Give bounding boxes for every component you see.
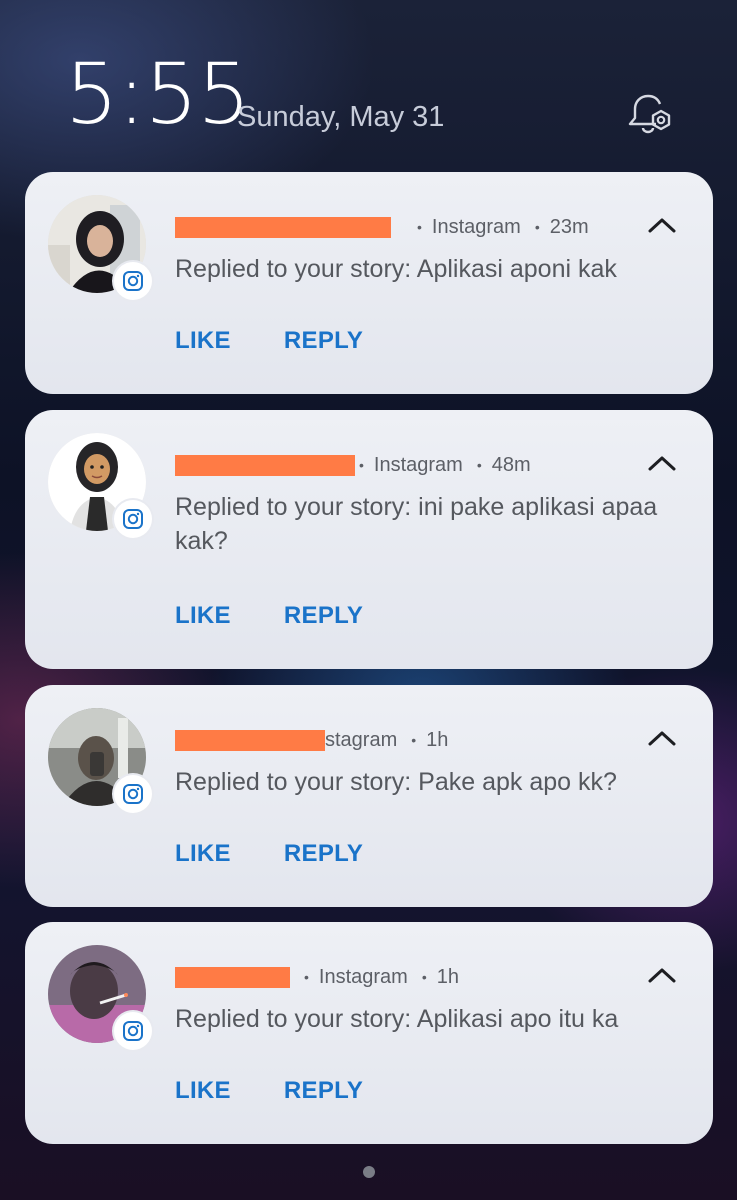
- date: Sunday, May 31: [237, 101, 445, 133]
- reply-button[interactable]: REPLY: [284, 602, 363, 630]
- notification-message: Replied to your story: Aplikasi aponi ka…: [175, 255, 617, 283]
- instagram-icon: [114, 500, 152, 538]
- time-ago: 23m: [549, 215, 589, 238]
- time-ago: 48m: [491, 453, 531, 476]
- notification-card[interactable]: stagram • 1h Replied to your story: Pake…: [25, 685, 713, 907]
- app-name: Instagram: [318, 965, 408, 988]
- redacted-sender-name: [175, 729, 325, 751]
- clock: 5:55: [65, 45, 251, 143]
- time-ago: 1h: [426, 728, 449, 751]
- chevron-up-icon[interactable]: [647, 454, 677, 472]
- notification-header: stagram • 1h: [175, 725, 448, 755]
- like-button[interactable]: LIKE: [175, 1077, 231, 1105]
- notification-message: Replied to your story: Pake apk apo kk?: [175, 768, 617, 796]
- like-button[interactable]: LIKE: [175, 840, 231, 868]
- notification-message: Replied to your story: ini pake aplikasi…: [175, 493, 658, 555]
- like-button[interactable]: LIKE: [175, 602, 231, 630]
- time-ago: 1h: [436, 965, 459, 988]
- redacted-sender-name: [175, 454, 355, 476]
- like-button[interactable]: LIKE: [175, 327, 231, 355]
- notification-header: • Instagram • 48m: [175, 450, 531, 480]
- chevron-up-icon[interactable]: [647, 966, 677, 984]
- redacted-sender-name: [175, 966, 290, 988]
- notification-settings-icon[interactable]: [626, 92, 674, 136]
- notification-header: • Instagram • 1h: [175, 962, 459, 992]
- reply-button[interactable]: REPLY: [284, 840, 363, 868]
- notification-header: • Instagram • 23m: [175, 212, 589, 242]
- notification-card[interactable]: • Instagram • 48m Replied to your story:…: [25, 410, 713, 669]
- app-name: Instagram: [431, 215, 521, 238]
- notification-card[interactable]: • Instagram • 23m Replied to your story:…: [25, 172, 713, 394]
- app-name: Instagram: [373, 453, 463, 476]
- lockscreen-header: 5:55 Sunday, May 31: [0, 0, 737, 160]
- reply-button[interactable]: REPLY: [284, 327, 363, 355]
- instagram-icon: [114, 1012, 152, 1050]
- chevron-up-icon[interactable]: [647, 729, 677, 747]
- reply-button[interactable]: REPLY: [284, 1077, 363, 1105]
- instagram-icon: [114, 775, 152, 813]
- instagram-icon: [114, 262, 152, 300]
- redacted-sender-name: [175, 216, 391, 238]
- app-name: stagram: [325, 728, 398, 751]
- notification-card[interactable]: • Instagram • 1h Replied to your story: …: [25, 922, 713, 1144]
- chevron-up-icon[interactable]: [647, 216, 677, 234]
- notification-message: Replied to your story: Aplikasi apo itu …: [175, 1005, 619, 1033]
- page-indicator: [363, 1166, 375, 1178]
